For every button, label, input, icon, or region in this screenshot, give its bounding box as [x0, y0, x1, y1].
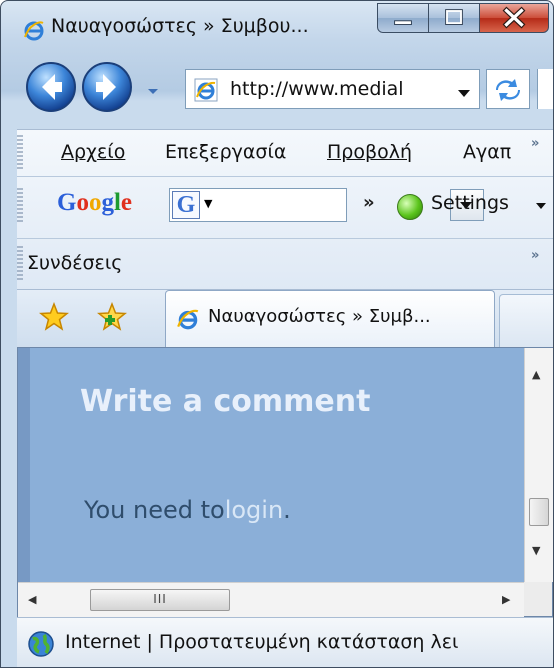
- web-page: Write a comment You need tologin.: [18, 348, 524, 582]
- google-search-box[interactable]: G ▼: [169, 188, 484, 222]
- settings-status-icon[interactable]: [397, 194, 423, 220]
- minimize-button[interactable]: [377, 3, 429, 33]
- add-favorite-icon[interactable]: [96, 301, 128, 336]
- login-notice-prefix: You need to: [84, 496, 225, 524]
- menu-file[interactable]: Αρχείο: [61, 141, 125, 163]
- close-icon: [502, 6, 526, 29]
- tab-active[interactable]: Ναυαγοσώστες » Συμβ...: [165, 290, 495, 348]
- login-link[interactable]: login: [225, 496, 283, 524]
- links-bar: Συνδέσεις »: [17, 238, 553, 290]
- back-button[interactable]: [25, 61, 77, 113]
- tab-bar: Ναυαγοσώστες » Συμβ...: [17, 289, 553, 348]
- comment-heading: Write a comment: [80, 384, 371, 419]
- page-left-strip: [18, 348, 30, 582]
- toolbar-grip[interactable]: [17, 188, 23, 224]
- ie-icon: [194, 78, 218, 106]
- google-logo[interactable]: Google: [57, 189, 132, 217]
- scroll-down-arrow[interactable]: ▼: [532, 544, 540, 557]
- vertical-scroll-thumb[interactable]: [529, 498, 549, 526]
- favorites-star-icon[interactable]: [38, 301, 70, 336]
- chevron-down-icon: [148, 89, 158, 94]
- scroll-right-arrow[interactable]: ▶: [502, 593, 510, 606]
- status-text: Internet | Προστατευμένη κατάσταση λει: [65, 631, 459, 653]
- menu-view-label: Προβολή: [327, 141, 413, 163]
- google-toolbar: Google G ▼ » Settings: [17, 176, 553, 239]
- minimize-icon: [394, 20, 412, 25]
- toolbar-grip[interactable]: [17, 246, 23, 282]
- toolbar-more-chevron[interactable]: »: [363, 192, 375, 213]
- scroll-left-arrow[interactable]: ◀: [28, 593, 36, 606]
- toolbar-grip[interactable]: [17, 135, 23, 171]
- menu-view[interactable]: Προβολή: [327, 141, 412, 163]
- new-tab-button[interactable]: [499, 294, 553, 348]
- toolbars: Αρχείο Επεξεργασία Προβολή Αγαπ » Google…: [17, 129, 553, 290]
- navigation-bar: http://www.medial: [1, 55, 553, 115]
- recent-pages-dropdown[interactable]: [147, 81, 159, 100]
- menu-edit[interactable]: Επεξεργασία: [165, 141, 286, 163]
- ie-icon: [176, 307, 200, 335]
- search-box-edge[interactable]: [537, 69, 553, 109]
- ie-icon: [23, 19, 45, 45]
- google-g-icon[interactable]: G: [172, 191, 200, 219]
- window-title: Ναυαγοσώστες » Συμβου...: [51, 15, 309, 37]
- scrollbar-corner: [524, 582, 552, 616]
- login-notice-suffix: .: [283, 496, 291, 524]
- page-viewport: Write a comment You need tologin. ▲ ▼ ◀ …: [17, 347, 553, 617]
- globe-icon: [27, 630, 55, 662]
- menu-file-label: Αρχείο: [61, 141, 126, 163]
- menu-overflow-chevron[interactable]: »: [531, 136, 539, 151]
- maximize-icon: [445, 9, 463, 25]
- refresh-button[interactable]: [486, 69, 530, 109]
- status-bar: Internet | Προστατευμένη κατάσταση λει: [17, 617, 553, 667]
- menu-bar: Αρχείο Επεξεργασία Προβολή Αγαπ »: [17, 130, 553, 177]
- chevron-down-icon[interactable]: ▼: [204, 197, 212, 210]
- vertical-scrollbar[interactable]: ▲ ▼: [524, 348, 553, 582]
- back-icon: [26, 62, 76, 112]
- links-overflow-chevron[interactable]: »: [531, 248, 539, 263]
- tab-title: Ναυαγοσώστες » Συμβ...: [208, 306, 431, 327]
- refresh-icon: [496, 79, 520, 101]
- horizontal-scrollbar[interactable]: ◀ III ▶: [18, 582, 524, 617]
- chevron-down-icon[interactable]: [535, 202, 547, 210]
- chevron-down-icon: [458, 90, 470, 97]
- address-bar[interactable]: http://www.medial: [185, 69, 480, 109]
- horizontal-scroll-thumb[interactable]: III: [90, 589, 230, 611]
- forward-button[interactable]: [81, 61, 133, 113]
- links-label[interactable]: Συνδέσεις: [27, 252, 122, 274]
- close-button[interactable]: [479, 3, 549, 33]
- address-input[interactable]: http://www.medial: [230, 78, 446, 100]
- title-bar: Ναυαγοσώστες » Συμβου...: [1, 1, 553, 45]
- login-notice: You need tologin.: [84, 496, 291, 524]
- maximize-button[interactable]: [428, 3, 480, 33]
- forward-icon: [82, 62, 132, 112]
- menu-favorites[interactable]: Αγαπ: [463, 141, 517, 163]
- scroll-up-arrow[interactable]: ▲: [532, 368, 540, 381]
- address-dropdown[interactable]: [457, 84, 471, 103]
- settings-button[interactable]: Settings: [431, 192, 509, 214]
- browser-window: Ναυαγοσώστες » Συμβου... http://www.medi…: [0, 0, 554, 668]
